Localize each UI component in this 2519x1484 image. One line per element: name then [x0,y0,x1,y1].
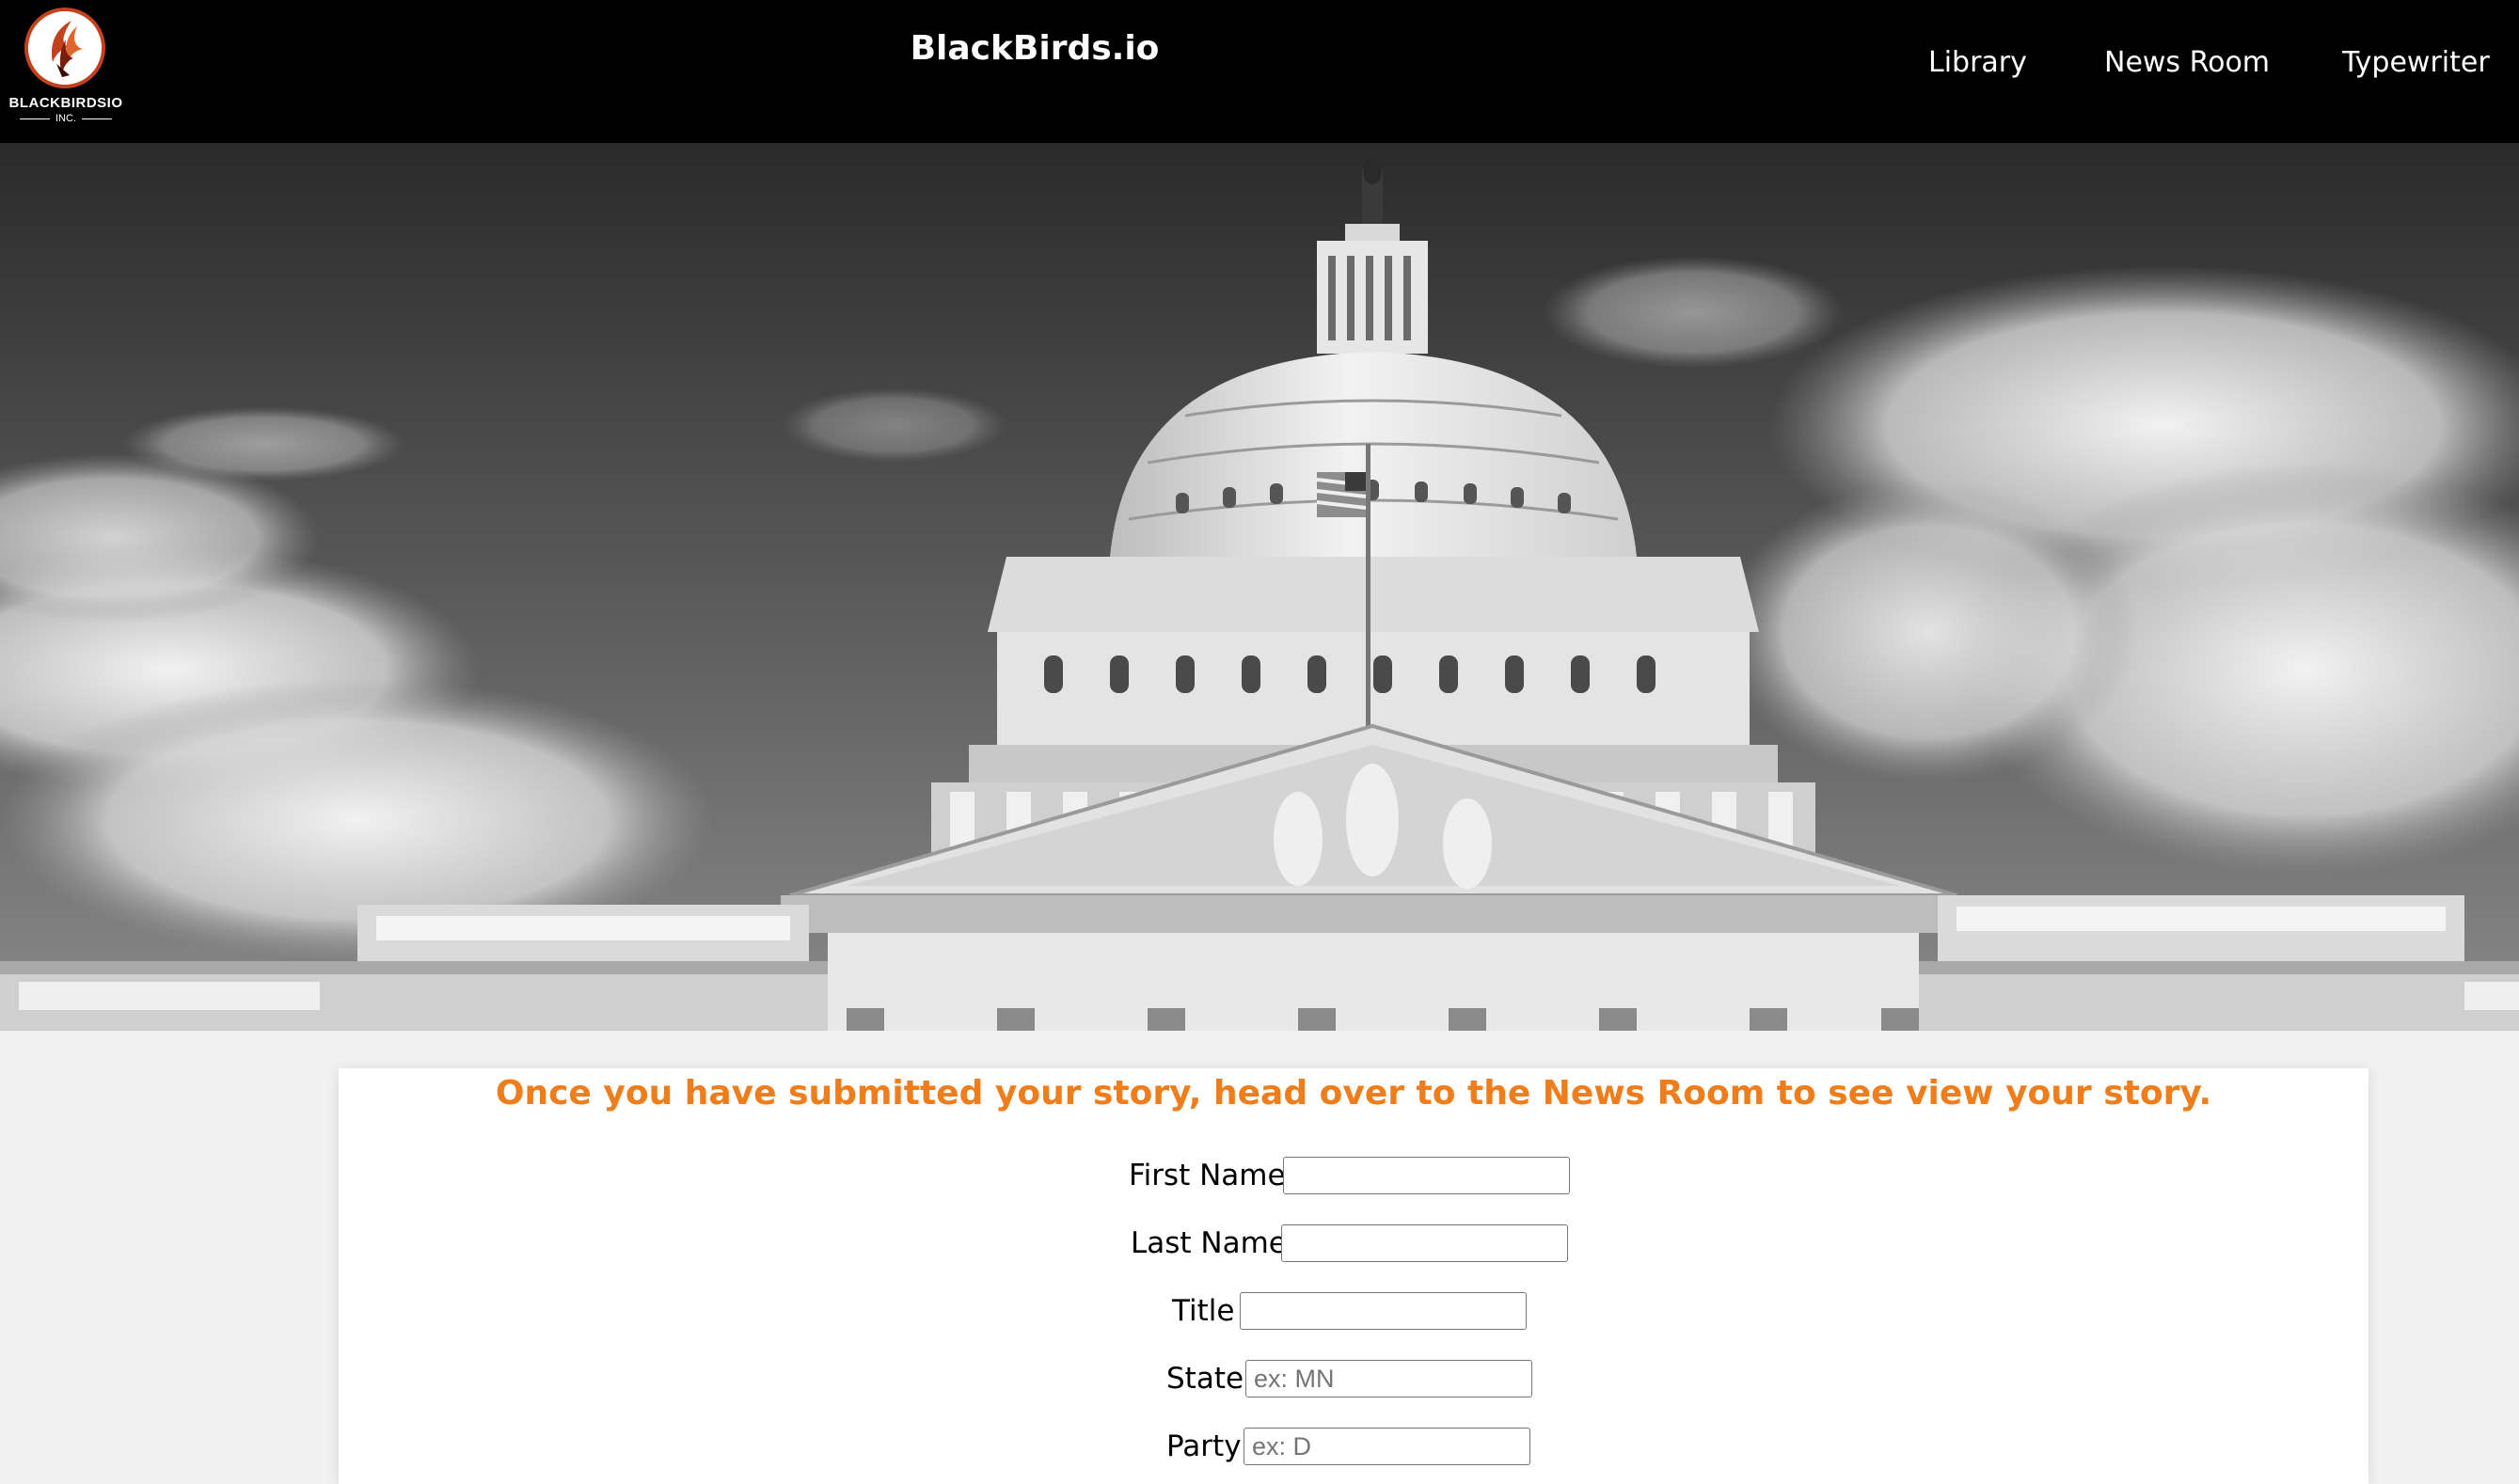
first-name-row: First Name [339,1155,2368,1200]
logo-subtext: INC. [6,113,126,124]
title-input[interactable] [1240,1292,1527,1330]
title-row: Title [339,1290,2368,1335]
party-input[interactable] [1244,1428,1530,1465]
state-row: State [339,1358,2368,1403]
bird-logo-icon [24,8,105,88]
first-name-input[interactable] [1283,1157,1570,1194]
first-name-label: First Name [1129,1159,1286,1192]
title-label: Title [1172,1294,1235,1328]
state-input[interactable] [1245,1360,1532,1397]
logo-wordmark: BLACKBIRDSIO [8,95,123,111]
state-label: State [1166,1362,1244,1396]
story-form-card: Once you have submitted your story, head… [339,1068,2368,1484]
hero-image [0,143,2519,1031]
last-name-label: Last Name [1131,1226,1287,1260]
submission-notice: Once you have submitted your story, head… [495,1074,2212,1113]
nav-link-news-room[interactable]: News Room [2104,41,2270,85]
party-label: Party [1166,1429,1242,1463]
blackbirdsio-logo[interactable]: BLACKBIRDSIO INC. [6,6,126,130]
nav-link-typewriter[interactable]: Typewriter [2342,41,2490,85]
last-name-row: Last Name [339,1223,2368,1268]
last-name-input[interactable] [1281,1224,1568,1262]
nav-link-library[interactable]: Library [1928,41,2027,85]
capitol-dome-photo [0,143,2519,1031]
site-title[interactable]: BlackBirds.io [884,24,1185,73]
party-row: Party [339,1426,2368,1471]
